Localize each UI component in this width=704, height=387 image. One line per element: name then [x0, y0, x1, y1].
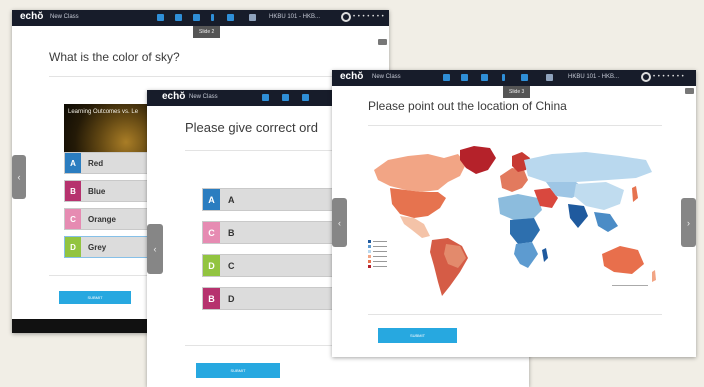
map-region-europe[interactable] [500, 168, 528, 192]
chat-icon[interactable] [461, 74, 468, 81]
submit-button[interactable]: SUBMIT [59, 291, 131, 304]
divider [368, 314, 662, 315]
option-text: Grey [88, 242, 107, 252]
option-letter: D [203, 255, 220, 276]
pin-icon[interactable] [193, 14, 200, 21]
next-slide-button[interactable]: › [681, 198, 696, 247]
echo-logo: echŏ [340, 71, 364, 82]
flag-icon[interactable] [521, 74, 528, 81]
option-letter: D [65, 237, 81, 257]
menu-icon[interactable] [546, 74, 553, 81]
user-name: • • • • • • • [653, 74, 685, 80]
map-region-greenland[interactable] [460, 146, 496, 174]
edit-icon[interactable] [262, 94, 269, 101]
option-text: B [228, 227, 235, 238]
map-region-africa-north[interactable] [498, 194, 542, 220]
course-title[interactable]: HKBU 101 - HKB... [269, 14, 320, 20]
map-region-canada[interactable] [374, 154, 466, 192]
info-icon[interactable] [211, 14, 214, 21]
prev-slide-button[interactable]: ‹ [12, 155, 26, 199]
class-label[interactable]: New Class [189, 94, 218, 100]
chevron-left-icon: ‹ [153, 244, 157, 254]
map-region-africa-central[interactable] [510, 218, 540, 244]
echo-logo: echŏ [20, 11, 44, 22]
course-title[interactable]: HKBU 101 - HKB... [568, 74, 619, 80]
edit-icon[interactable] [443, 74, 450, 81]
map-region-southeast-asia[interactable] [594, 212, 618, 232]
window-question-china: echŏ New Class HKBU 101 - HKB... • • • •… [332, 70, 696, 357]
slide-label: Slide 2 [199, 29, 215, 35]
chat-icon[interactable] [175, 14, 182, 21]
question-text: What is the color of sky? [49, 50, 180, 64]
option-letter: C [65, 209, 81, 229]
question-text: Please give correct ord [185, 120, 318, 135]
option-letter: B [203, 288, 220, 309]
map-region-africa-south[interactable] [514, 242, 538, 268]
user-icon[interactable] [341, 12, 351, 22]
submit-button[interactable]: SUBMIT [196, 363, 280, 378]
option-text: D [228, 293, 235, 304]
slide-tab[interactable]: Slide 2 [193, 26, 221, 38]
pin-icon[interactable] [481, 74, 488, 81]
option-text: Blue [88, 186, 106, 196]
pin-icon[interactable] [302, 94, 309, 101]
question-text: Please point out the location of China [368, 99, 567, 113]
chevron-left-icon: ‹ [338, 217, 341, 228]
edit-icon[interactable] [157, 14, 164, 21]
fullscreen-icon[interactable] [378, 39, 387, 45]
option-letter: C [203, 222, 220, 243]
image-caption: Learning Outcomes vs. Le [68, 109, 139, 115]
map-region-new-zealand[interactable] [652, 270, 656, 282]
chevron-left-icon: ‹ [17, 172, 21, 182]
option-letter: B [65, 181, 81, 201]
class-label[interactable]: New Class [50, 14, 79, 20]
map-source-line [612, 285, 648, 286]
map-region-russia[interactable] [524, 152, 652, 182]
info-icon[interactable] [502, 74, 505, 81]
map-region-mexico[interactable] [400, 216, 430, 238]
submit-button[interactable]: SUBMIT [378, 328, 457, 343]
option-letter: A [65, 153, 81, 173]
map-legend [368, 240, 387, 268]
prev-slide-button[interactable]: ‹ [147, 224, 163, 274]
prev-slide-button[interactable]: ‹ [332, 198, 347, 247]
divider [368, 125, 662, 126]
top-bar: echŏ New Class HKBU 101 - HKB... • • • •… [12, 10, 389, 26]
map-region-usa[interactable] [390, 188, 446, 218]
map-region-australia[interactable] [602, 246, 644, 274]
fullscreen-icon[interactable] [685, 88, 694, 94]
slide-label: Slide 3 [509, 89, 525, 95]
menu-icon[interactable] [249, 14, 256, 21]
world-map[interactable] [362, 142, 662, 302]
map-region-india[interactable] [568, 204, 588, 228]
map-region-madagascar[interactable] [542, 248, 548, 262]
top-bar: echŏ New Class HKBU 101 - HKB... • • • •… [332, 70, 696, 86]
echo-logo: echŏ [162, 91, 186, 102]
option-text: Orange [88, 214, 117, 224]
option-text: C [228, 260, 235, 271]
user-icon[interactable] [641, 72, 651, 82]
class-label[interactable]: New Class [372, 74, 401, 80]
option-letter: A [203, 189, 220, 210]
option-text: A [228, 194, 235, 205]
user-name: • • • • • • • [353, 14, 385, 20]
map-region-japan[interactable] [632, 186, 638, 202]
slide-tab[interactable]: Slide 3 [503, 86, 531, 98]
flag-icon[interactable] [227, 14, 234, 21]
chevron-right-icon: › [687, 217, 690, 228]
option-text: Red [88, 158, 104, 168]
chat-icon[interactable] [282, 94, 289, 101]
